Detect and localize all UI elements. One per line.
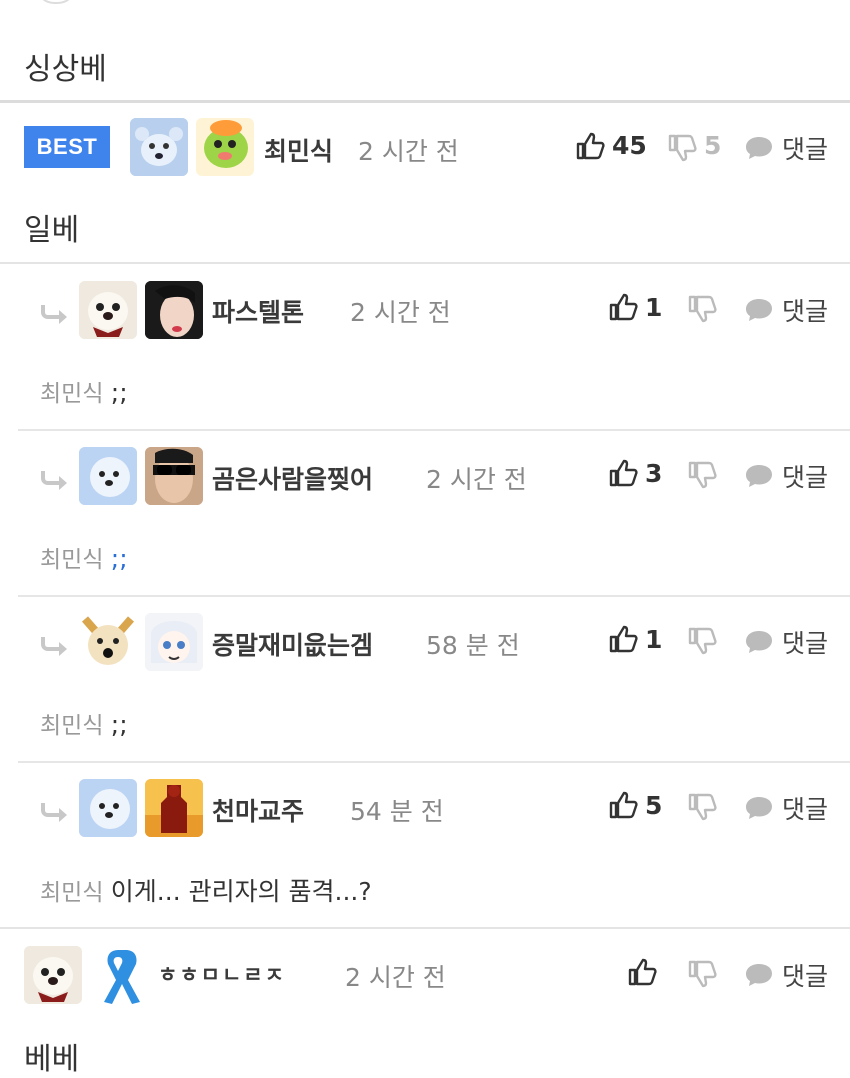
reply-label: 댓글 <box>782 962 829 991</box>
thumbs-up-icon[interactable] <box>607 457 639 489</box>
thumbs-down-icon[interactable] <box>686 625 718 657</box>
thumbs-up-icon[interactable] <box>607 291 639 323</box>
thumbs-down-icon[interactable] <box>686 293 718 325</box>
timestamp: 58 분 전 <box>426 631 520 660</box>
timestamp: 2 시간 전 <box>350 298 451 327</box>
best-badge: BEST <box>24 126 110 168</box>
reply-message: ;; <box>110 710 128 739</box>
reply-button[interactable]: 댓글 <box>744 130 828 166</box>
like-count: 1 <box>645 293 663 322</box>
nickname[interactable]: 증말재미읎는겜 <box>212 626 373 662</box>
speech-bubble-icon <box>746 964 772 986</box>
divider <box>18 761 850 763</box>
reply-arrow-icon <box>41 637 67 656</box>
reply-button[interactable]: 댓글 <box>744 624 828 660</box>
divider <box>0 927 850 929</box>
mention-user[interactable]: 최민식 <box>40 713 103 739</box>
divider <box>0 100 850 103</box>
reply-text: 최민식 이게... 관리자의 품격...? <box>40 872 372 908</box>
reply-arrow-icon <box>41 803 67 822</box>
divider <box>18 429 850 431</box>
avatar[interactable] <box>145 779 203 837</box>
reply-button[interactable]: 댓글 <box>744 458 828 494</box>
reply-arrow-icon <box>41 305 67 324</box>
reply-label: 댓글 <box>782 135 829 164</box>
mention-user[interactable]: 최민식 <box>40 880 103 906</box>
speech-bubble-icon <box>746 137 772 159</box>
reply-label: 댓글 <box>782 297 829 326</box>
like-count: 3 <box>645 459 663 488</box>
ribbon-icon <box>104 950 140 1004</box>
avatar[interactable] <box>24 946 82 1004</box>
mention-user[interactable]: 최민식 <box>40 547 103 573</box>
nickname[interactable]: 최민식 <box>264 132 333 168</box>
reply-message: ;; <box>110 378 128 407</box>
comment-text: 일베 <box>24 213 80 248</box>
timestamp: 2 시간 전 <box>426 465 527 494</box>
thumbs-up-icon[interactable] <box>626 956 658 988</box>
speech-bubble-icon <box>746 797 772 819</box>
avatar[interactable] <box>196 118 254 176</box>
comment-text: 베베 <box>24 1042 80 1077</box>
partial-avatar <box>36 0 76 4</box>
reply-text: 최민식 ;; <box>40 540 128 574</box>
avatar[interactable] <box>145 613 203 671</box>
like-count: 5 <box>645 791 663 820</box>
speech-bubble-icon <box>746 299 772 321</box>
divider <box>0 262 850 264</box>
avatar[interactable] <box>145 447 203 505</box>
thumbs-down-icon[interactable] <box>686 958 718 990</box>
thumbs-down-icon[interactable] <box>666 132 698 164</box>
avatar[interactable] <box>130 118 188 176</box>
avatar[interactable] <box>79 613 137 671</box>
avatar[interactable] <box>145 281 203 339</box>
avatar[interactable] <box>79 281 137 339</box>
thumbs-up-icon[interactable] <box>607 789 639 821</box>
thumbs-up-icon[interactable] <box>607 623 639 655</box>
reply-label: 댓글 <box>782 463 829 492</box>
speech-bubble-icon <box>746 631 772 653</box>
nickname[interactable]: 파스텔톤 <box>212 293 304 329</box>
like-count: 45 <box>612 131 647 160</box>
nickname[interactable]: 곰은사람을찢어 <box>212 460 373 496</box>
reply-message: ;; <box>110 544 128 573</box>
comment-text: 싱상베 <box>24 52 107 87</box>
reply-button[interactable]: 댓글 <box>744 957 828 993</box>
reply-text: 최민식 ;; <box>40 374 128 408</box>
mention-user[interactable]: 최민식 <box>40 381 103 407</box>
reply-button[interactable]: 댓글 <box>744 292 828 328</box>
reply-arrow-icon <box>41 471 67 490</box>
dislike-count: 5 <box>704 131 722 160</box>
reply-button[interactable]: 댓글 <box>744 790 828 826</box>
timestamp: 2 시간 전 <box>345 963 446 992</box>
speech-bubble-icon <box>746 465 772 487</box>
nickname[interactable]: ㅎㅎㅁㄴㄹㅈ <box>158 959 286 989</box>
avatar[interactable] <box>79 447 137 505</box>
timestamp: 2 시간 전 <box>358 137 459 166</box>
thumbs-down-icon[interactable] <box>686 791 718 823</box>
like-count: 1 <box>645 625 663 654</box>
reply-label: 댓글 <box>782 629 829 658</box>
divider <box>18 595 850 597</box>
nickname[interactable]: 천마교주 <box>212 792 304 828</box>
thumbs-down-icon[interactable] <box>686 459 718 491</box>
timestamp: 54 분 전 <box>350 797 444 826</box>
avatar[interactable] <box>79 779 137 837</box>
thumbs-up-icon[interactable] <box>574 130 606 162</box>
reply-label: 댓글 <box>782 795 829 824</box>
reply-message: 이게... 관리자의 품격...? <box>110 877 372 906</box>
reply-text: 최민식 ;; <box>40 706 128 740</box>
